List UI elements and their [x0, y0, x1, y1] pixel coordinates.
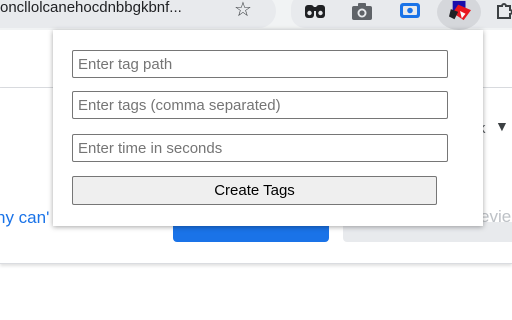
tag-extension-icon[interactable] [446, 0, 474, 22]
partial-link[interactable]: ny can' [0, 208, 49, 228]
star-outline-icon[interactable]: ☆ [234, 0, 252, 20]
secondary-button-label: evie [480, 207, 512, 226]
puzzle-icon[interactable] [494, 0, 512, 22]
create-tags-button[interactable]: Create Tags [72, 176, 437, 205]
screen-record-icon[interactable] [398, 0, 422, 22]
browser-window: oncllolcanehocdnbbgkbnf... ☆ ▼ ny can' e… [0, 0, 512, 320]
time-seconds-input[interactable] [72, 134, 448, 162]
browser-toolbar: oncllolcanehocdnbbgkbnf... ☆ [0, 0, 512, 30]
tags-input[interactable] [72, 91, 448, 119]
extension-popup: Create Tags [53, 30, 483, 226]
dropdown-caret-icon[interactable]: ▼ [495, 118, 509, 134]
camera-icon[interactable] [350, 0, 374, 22]
url-text[interactable]: oncllolcanehocdnbbgkbnf... [0, 0, 182, 16]
binoculars-icon[interactable] [304, 0, 326, 22]
address-bar[interactable]: oncllolcanehocdnbbgkbnf... ☆ [0, 0, 276, 28]
tag-path-input[interactable] [72, 50, 448, 78]
